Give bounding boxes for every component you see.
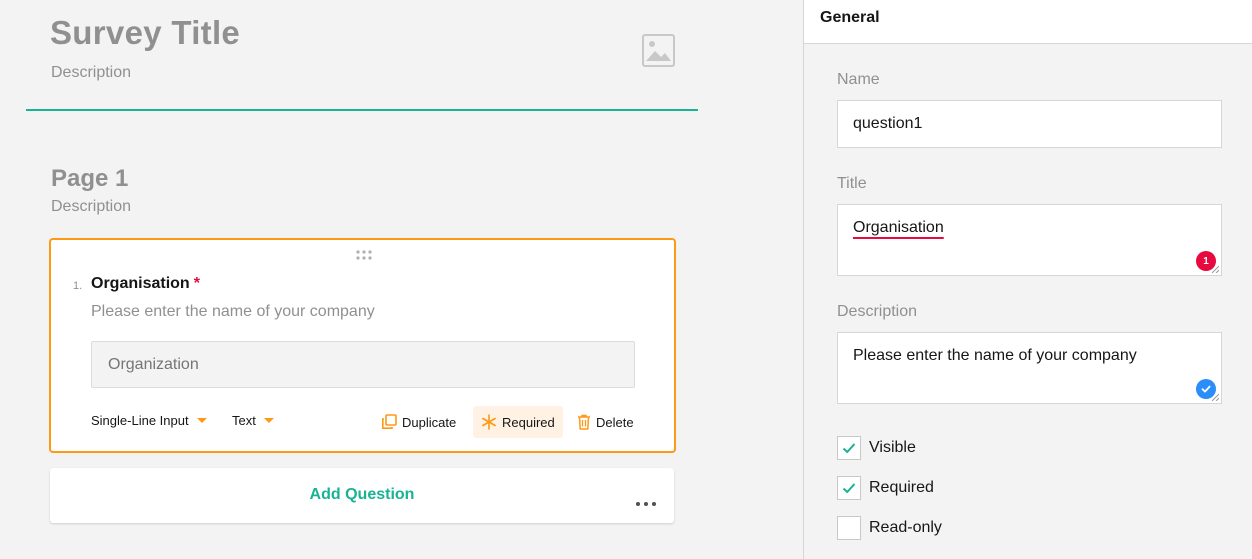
add-question-panel: Add Question [50,468,674,523]
add-question-button[interactable]: Add Question [50,486,674,504]
description-textarea[interactable]: Please enter the name of your company [837,332,1222,404]
required-checkbox[interactable]: Required [837,476,934,500]
question-type-label: Single-Line Input [91,413,189,428]
title-value: Organisation [853,219,944,236]
drag-handle-icon[interactable] [355,248,373,262]
checkbox-label: Read-only [869,519,942,536]
input-type-label: Text [232,413,256,428]
description-label: Description [837,303,918,320]
resize-grip-icon[interactable] [1211,393,1219,401]
resize-grip-icon[interactable] [1211,265,1219,273]
question-card[interactable]: 1. Organisation * Please enter the name o… [49,238,676,453]
header-divider [26,109,698,111]
description-value: Please enter the name of your company [853,347,1137,364]
survey-description[interactable]: Description [51,64,131,82]
survey-title[interactable]: Survey Title [50,14,240,52]
delete-label: Delete [596,414,634,430]
duplicate-button[interactable]: Duplicate [373,406,464,438]
question-toolbar: Single-Line Input Text Duplicate Require… [91,406,651,438]
category-label: General [820,9,880,26]
survey-designer: Survey Title Description Page 1 Descript… [0,0,803,559]
required-label: Required [502,414,555,430]
image-icon[interactable] [642,34,675,67]
read-only-checkbox[interactable]: Read-only [837,516,942,540]
visible-checkbox[interactable]: Visible [837,436,916,460]
chevron-down-icon [196,418,207,423]
required-icon [482,414,496,430]
question-title-text: Organisation [91,275,190,292]
delete-button[interactable]: Delete [569,406,642,438]
check-icon [842,483,856,494]
delete-icon [578,414,590,430]
question-description[interactable]: Please enter the name of your company [91,303,375,321]
duplicate-icon [382,414,397,429]
checkbox-label: Required [869,479,934,496]
name-label: Name [837,71,880,88]
checkbox-box[interactable] [837,436,861,460]
check-icon [842,443,856,454]
checkbox-box[interactable] [837,516,861,540]
category-header-general[interactable]: General [804,0,1252,44]
page-title[interactable]: Page 1 [51,165,128,193]
answer-input[interactable] [91,341,635,388]
required-marker: * [193,275,200,292]
property-grid: General Name Title Organisation 1 Descri… [803,0,1252,559]
required-toggle-button[interactable]: Required [473,406,563,438]
question-type-dropdown[interactable]: Single-Line Input [91,413,207,428]
name-input[interactable] [837,100,1222,148]
title-textarea[interactable]: Organisation 1 [837,204,1222,276]
more-icon[interactable] [635,494,657,506]
page-description[interactable]: Description [51,198,131,216]
question-number: 1. [73,280,83,292]
question-title[interactable]: Organisation * [91,275,200,293]
checkbox-box[interactable] [837,476,861,500]
duplicate-label: Duplicate [402,414,457,430]
input-type-dropdown[interactable]: Text [232,413,274,428]
checkbox-label: Visible [869,439,916,456]
chevron-down-icon [263,418,274,423]
title-label: Title [837,175,867,192]
